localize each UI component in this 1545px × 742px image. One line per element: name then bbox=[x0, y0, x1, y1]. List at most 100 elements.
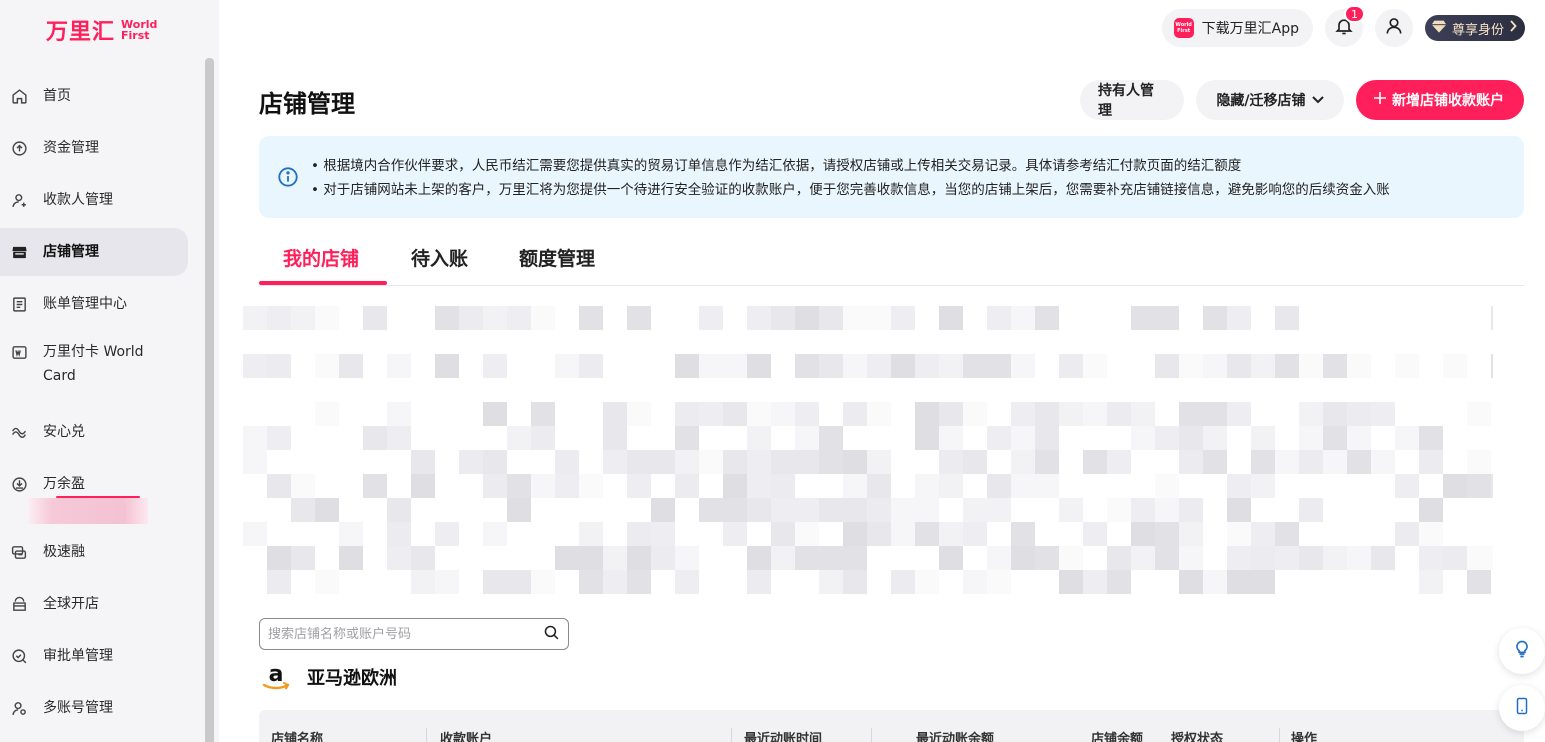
brand-logo[interactable]: 万里汇 World First bbox=[46, 14, 157, 46]
tab-my-stores[interactable]: 我的店铺 bbox=[283, 244, 359, 281]
redacted-pixel bbox=[963, 354, 987, 378]
notification-button[interactable]: 1 bbox=[1324, 5, 1365, 47]
tab-quota[interactable]: 额度管理 bbox=[519, 244, 595, 281]
redacted-pixel bbox=[1059, 546, 1083, 570]
redacted-pixel bbox=[987, 498, 1011, 522]
redacted-pixel bbox=[1179, 450, 1203, 474]
search-icon[interactable] bbox=[543, 624, 560, 645]
sidebar-item-label: 极速融 bbox=[43, 544, 85, 560]
approval-icon bbox=[10, 647, 28, 665]
sidebar-item-home[interactable]: 首页 bbox=[0, 72, 188, 120]
redacted-pixel bbox=[747, 570, 771, 594]
redacted-pixel bbox=[915, 354, 939, 378]
redacted-pixel bbox=[1179, 546, 1203, 570]
redacted-pixel bbox=[339, 522, 363, 546]
redacted-pixel bbox=[1059, 570, 1083, 594]
redacted-pixel bbox=[291, 546, 315, 570]
column-header[interactable]: 操作 bbox=[1291, 728, 1317, 742]
redacted-pixel bbox=[843, 522, 867, 546]
redacted-pixel bbox=[411, 450, 435, 474]
column-header[interactable]: 收款账户 bbox=[440, 728, 492, 742]
redacted-pixel bbox=[963, 498, 987, 522]
sidebar-item-payee[interactable]: 收款人管理 bbox=[0, 176, 188, 224]
redacted-pixel bbox=[819, 570, 843, 594]
redacted-pixel bbox=[459, 306, 483, 330]
redacted-pixel bbox=[699, 306, 723, 330]
redacted-pixel bbox=[243, 426, 267, 450]
sidebar-item-multi-account[interactable]: 多账号管理 bbox=[0, 684, 188, 732]
column-header[interactable]: 授权状态 bbox=[1171, 728, 1223, 742]
redacted-pixel bbox=[1227, 402, 1251, 426]
redacted-pixel bbox=[531, 402, 555, 426]
redacted-pixel bbox=[1107, 498, 1131, 522]
active-tab-indicator bbox=[259, 281, 387, 285]
redacted-pixel bbox=[291, 474, 315, 498]
sidebar-item-approval[interactable]: 审批单管理 bbox=[0, 632, 188, 680]
mobile-app-button[interactable] bbox=[1499, 685, 1545, 731]
redacted-pixel bbox=[843, 570, 867, 594]
redacted-pixel bbox=[1203, 570, 1227, 594]
redacted-pixel bbox=[939, 402, 963, 426]
vip-identity-button[interactable]: 尊享身份 bbox=[1424, 15, 1525, 41]
user-profile-button[interactable] bbox=[1374, 9, 1413, 47]
sidebar-item-global-store[interactable]: 全球开店 bbox=[0, 580, 188, 628]
redacted-pixel bbox=[1419, 426, 1443, 450]
column-header[interactable]: 店铺余额 bbox=[1091, 728, 1143, 742]
redacted-pixel bbox=[939, 474, 963, 498]
redacted-pixel bbox=[867, 498, 891, 522]
app-logo-icon: World First bbox=[1173, 18, 1194, 38]
redacted-pixel bbox=[699, 498, 723, 522]
chevron-right-icon bbox=[1509, 20, 1517, 36]
search-input[interactable] bbox=[268, 626, 528, 642]
redacted-pixel bbox=[1227, 570, 1251, 594]
sidebar-item-finance[interactable]: 极速融 bbox=[0, 528, 188, 576]
sidebar-item-world-card[interactable]: 万里付卡 World Card bbox=[0, 334, 170, 394]
redacted-pixel bbox=[891, 306, 915, 330]
redacted-pixel bbox=[507, 306, 531, 330]
redacted-pixel bbox=[747, 306, 771, 330]
redacted-pixel bbox=[1011, 306, 1035, 330]
redacted-pixel bbox=[915, 498, 939, 522]
holder-management-button[interactable]: 持有人管理 bbox=[1080, 80, 1184, 120]
column-header[interactable]: 店铺名称 bbox=[271, 728, 323, 742]
redacted-pixel bbox=[531, 474, 555, 498]
redacted-pixel bbox=[1035, 426, 1059, 450]
redacted-pixel bbox=[723, 474, 747, 498]
redacted-pixel bbox=[1347, 450, 1371, 474]
sidebar-item-label: 万里付卡 World Card bbox=[43, 344, 144, 384]
sidebar-item-bill[interactable]: 账单管理中心 bbox=[0, 280, 188, 328]
redacted-pixel bbox=[315, 306, 339, 330]
top-bar: World First 下载万里汇App 1 尊享身份 bbox=[1161, 5, 1525, 48]
redacted-pixel bbox=[795, 426, 819, 450]
redacted-pixel bbox=[579, 546, 603, 570]
tab-pending[interactable]: 待入账 bbox=[411, 244, 468, 281]
redacted-pixel bbox=[1347, 354, 1371, 378]
redacted-pixel bbox=[603, 450, 627, 474]
redacted-pixel bbox=[1227, 354, 1251, 378]
redacted-pixel bbox=[1131, 546, 1155, 570]
redacted-pixel bbox=[1179, 402, 1203, 426]
column-header[interactable]: 最近动账时间 bbox=[744, 728, 822, 742]
redacted-pixel bbox=[915, 474, 939, 498]
redacted-pixel bbox=[723, 522, 747, 546]
column-header[interactable]: 最近动账余额 bbox=[916, 728, 994, 742]
redacted-pixel bbox=[1443, 546, 1467, 570]
redacted-pixel bbox=[867, 474, 891, 498]
redacted-pixel bbox=[1275, 306, 1299, 330]
redacted-pixel bbox=[1395, 354, 1419, 378]
redacted-pixel bbox=[915, 402, 939, 426]
sidebar-item-store[interactable]: 店铺管理 bbox=[0, 228, 188, 276]
sidebar-item-fund[interactable]: 资金管理 bbox=[0, 124, 188, 172]
download-app-button[interactable]: World First 下载万里汇App bbox=[1161, 9, 1313, 47]
redacted-pixel bbox=[675, 426, 699, 450]
redacted-pixel bbox=[915, 522, 939, 546]
redacted-pixel bbox=[819, 354, 843, 378]
hide-move-store-dropdown[interactable]: 隐藏/迁移店铺 bbox=[1196, 80, 1344, 120]
sidebar-scrollbar[interactable] bbox=[205, 58, 214, 742]
tips-button[interactable] bbox=[1499, 628, 1545, 674]
card-icon bbox=[10, 343, 28, 361]
redacted-pixel bbox=[483, 570, 507, 594]
sidebar-item-exchange[interactable]: 安心兑 bbox=[0, 408, 188, 456]
store-search-box[interactable] bbox=[259, 618, 569, 650]
add-store-account-button[interactable]: 新增店铺收款账户 bbox=[1356, 80, 1524, 120]
